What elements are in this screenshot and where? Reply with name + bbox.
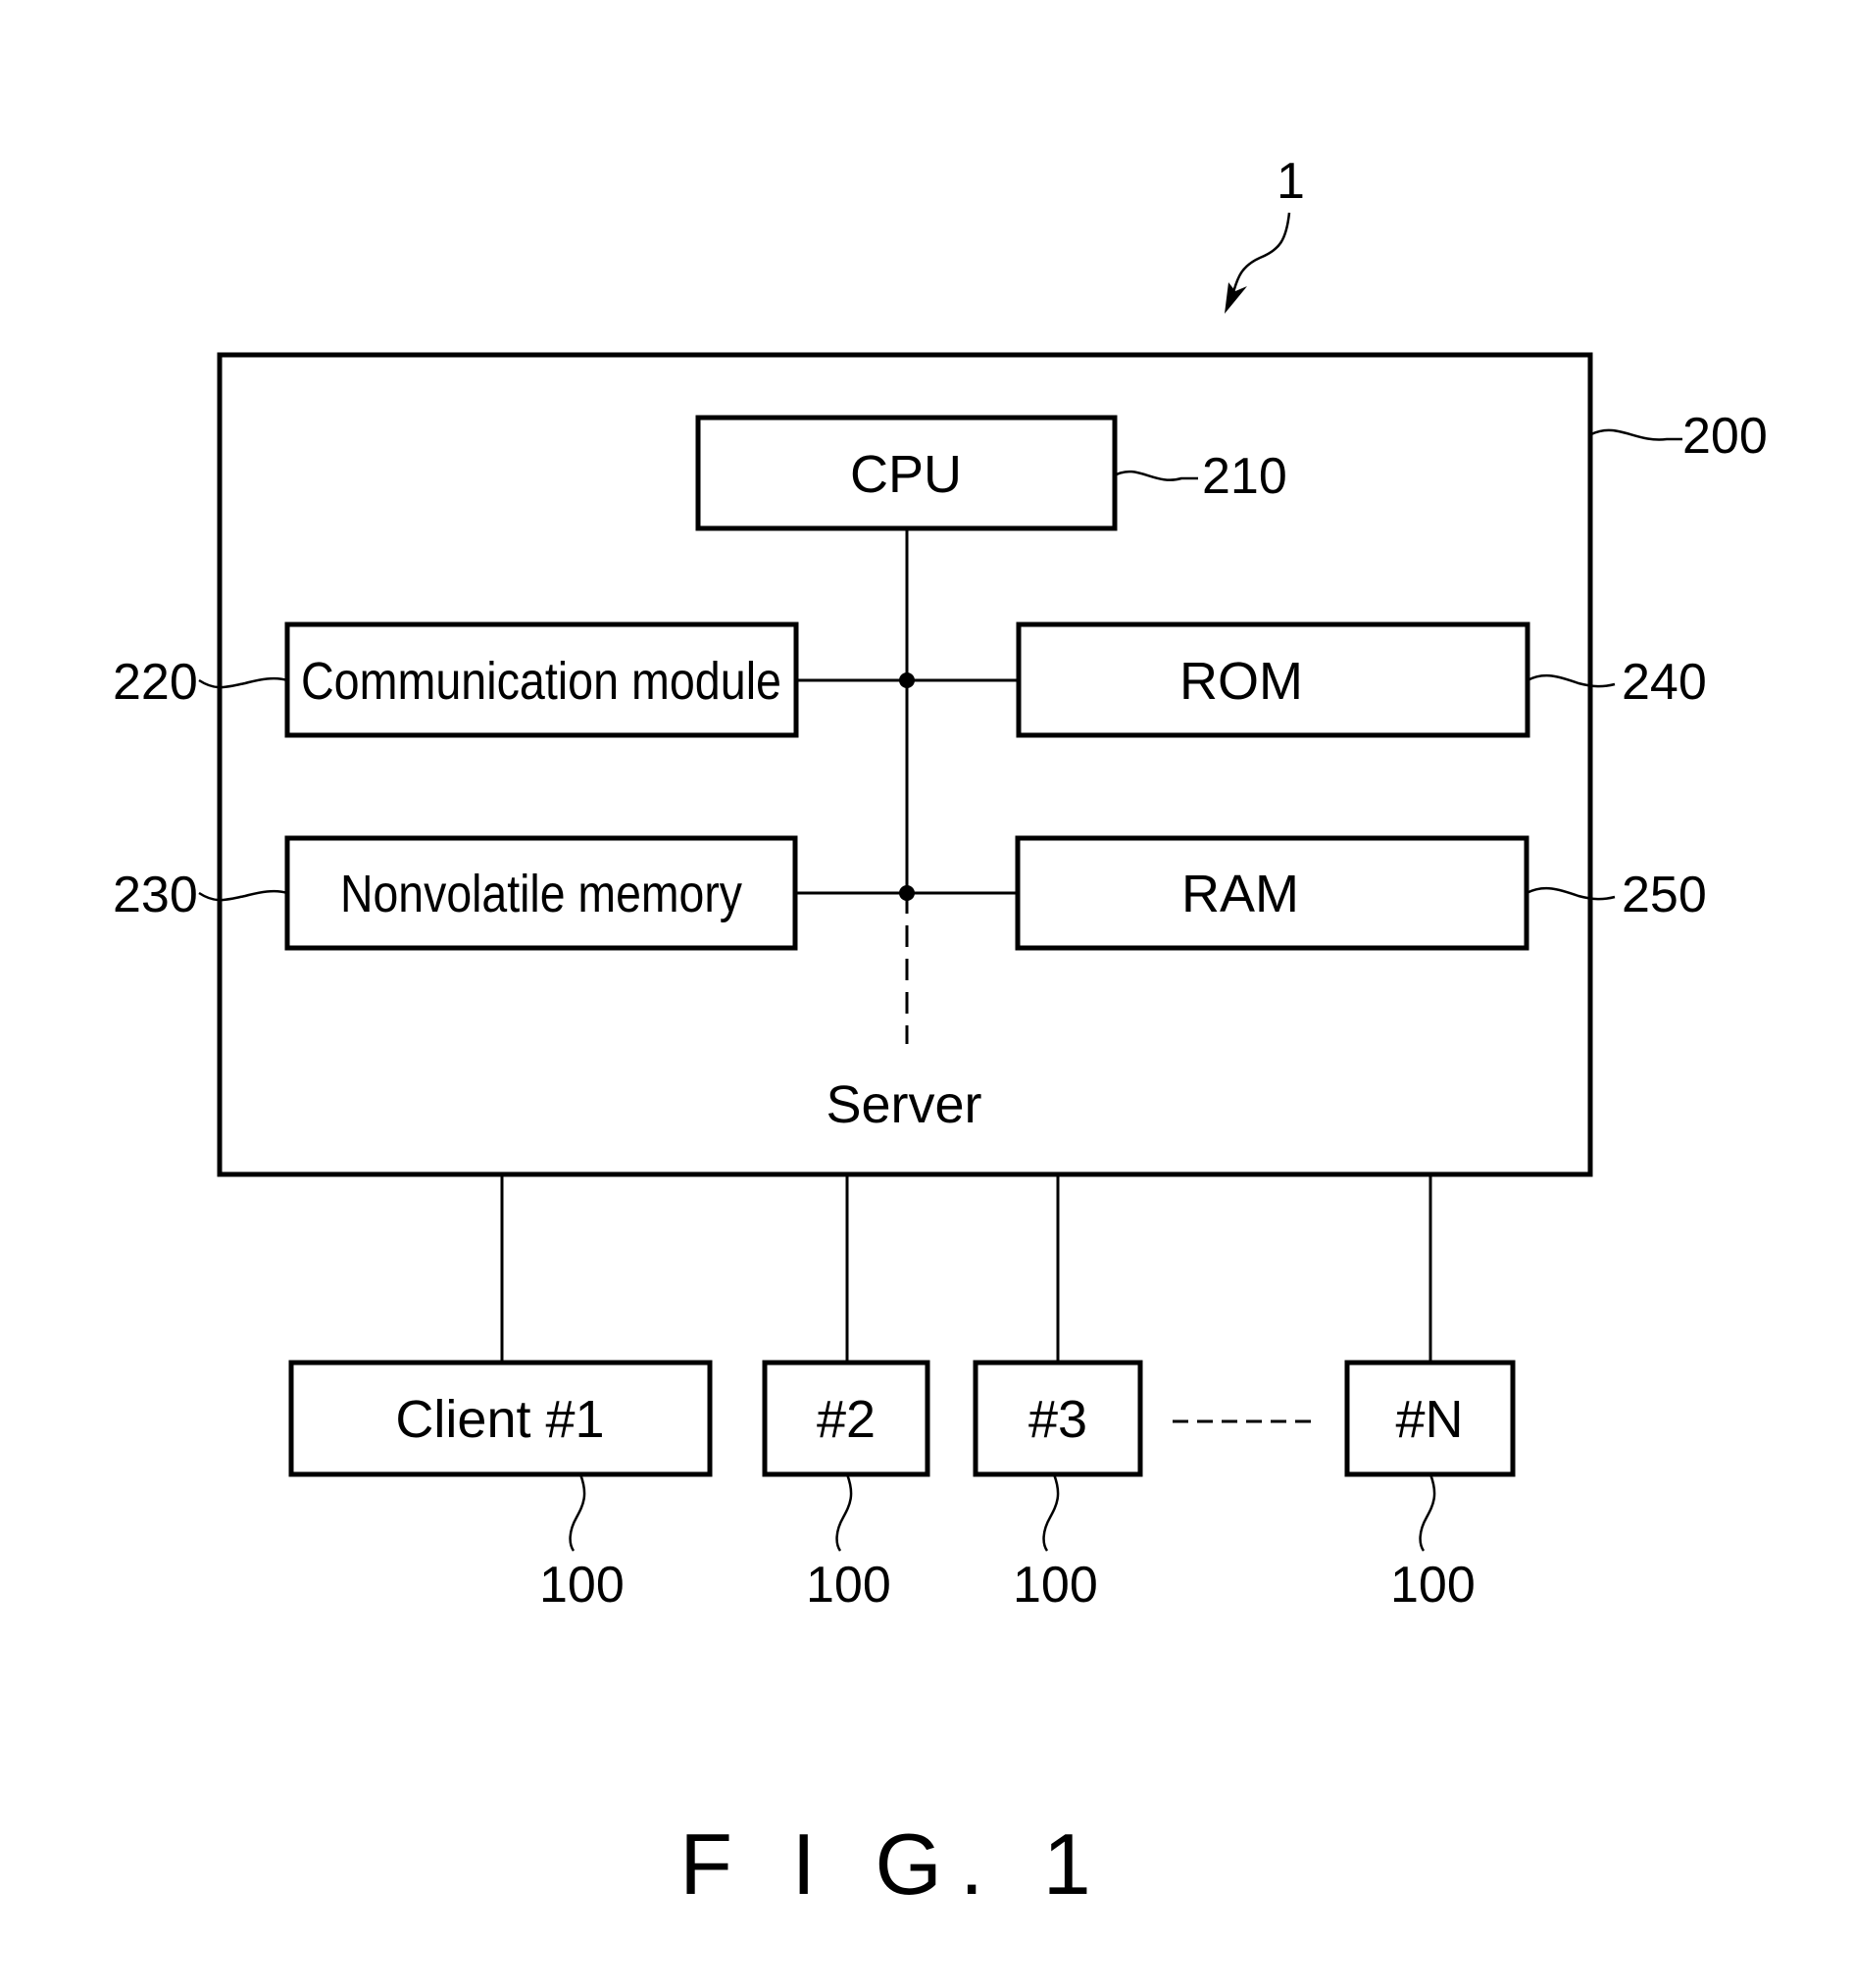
server-ref-leader xyxy=(1590,428,1682,441)
cpu-ref-label: 210 xyxy=(1202,448,1287,505)
figure-caption: F I G. 1 xyxy=(679,1815,1108,1913)
nvmem-ref-label: 230 xyxy=(113,867,198,923)
client-1-label: Client #1 xyxy=(395,1390,604,1449)
nonvolatile-memory-label: Nonvolatile memory xyxy=(340,865,742,923)
client-2-ref-label: 100 xyxy=(806,1557,891,1614)
client-3-label: #3 xyxy=(1028,1390,1087,1449)
client-n-ref-leader xyxy=(1419,1473,1436,1552)
client-2-ref-leader xyxy=(835,1473,853,1552)
server-ref-label: 200 xyxy=(1682,408,1768,465)
client-n-ref-label: 100 xyxy=(1390,1557,1476,1614)
ram-label: RAM xyxy=(1181,865,1299,923)
system-diagram: 1 200 CPU 210 Communication module 220 N… xyxy=(113,153,1768,1913)
client-3-ref-label: 100 xyxy=(1013,1557,1098,1614)
client-n-label: #N xyxy=(1395,1390,1463,1449)
comm-ref-label: 220 xyxy=(113,654,198,711)
client-1-ref-leader xyxy=(569,1473,586,1552)
ram-ref-label: 250 xyxy=(1622,867,1707,923)
client-3-ref-leader xyxy=(1042,1473,1060,1552)
system-ref-arrow-line xyxy=(1231,212,1291,293)
rom-label: ROM xyxy=(1179,652,1303,711)
bus-junction-dot xyxy=(899,672,915,688)
rom-ref-label: 240 xyxy=(1622,654,1707,711)
cpu-label: CPU xyxy=(850,445,962,504)
bus-junction-dot xyxy=(899,885,915,901)
client-1-ref-label: 100 xyxy=(539,1557,625,1614)
client-2-label: #2 xyxy=(817,1390,876,1449)
server-label: Server xyxy=(826,1075,981,1134)
system-ref-label: 1 xyxy=(1277,153,1305,210)
communication-module-label: Communication module xyxy=(301,652,781,711)
